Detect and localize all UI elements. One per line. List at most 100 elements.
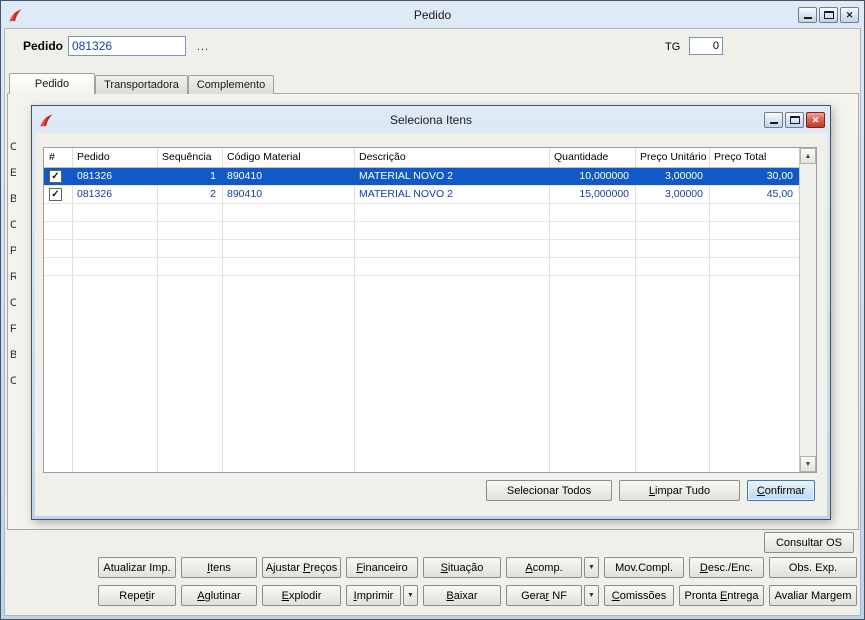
dialog-title: Seleciona Itens bbox=[389, 113, 473, 127]
cell-check: ✓ bbox=[44, 168, 72, 185]
clipped-label-fragment: F bbox=[10, 323, 16, 336]
dialog-controls: ✕ bbox=[764, 112, 825, 128]
tg-input[interactable] bbox=[689, 37, 723, 55]
close-icon: ✕ bbox=[845, 10, 854, 20]
action-imprimir-dropdown[interactable]: ▼ bbox=[403, 585, 418, 606]
cell-pedido: 081326 bbox=[77, 188, 113, 200]
tg-label: TG bbox=[665, 41, 681, 53]
items-grid: # Pedido Sequência Código Material Descr… bbox=[43, 147, 817, 473]
tab-complemento[interactable]: Complemento bbox=[188, 75, 274, 94]
main-titlebar[interactable]: Pedido ✕ bbox=[4, 4, 861, 28]
col-header-pedido[interactable]: Pedido bbox=[72, 148, 157, 167]
col-header-codigo-material[interactable]: Código Material bbox=[222, 148, 354, 167]
close-icon: ✕ bbox=[811, 115, 820, 125]
clipped-label-fragment: B bbox=[10, 193, 16, 206]
minimize-button[interactable] bbox=[798, 7, 817, 23]
cell-check: ✓ bbox=[44, 186, 72, 203]
chevron-down-icon: ▼ bbox=[588, 591, 595, 599]
window-title: Pedido bbox=[413, 8, 452, 22]
limpar-tudo-button[interactable]: Limpar Tudo bbox=[619, 480, 740, 501]
maximize-icon bbox=[824, 11, 834, 19]
action-financeiro[interactable]: Financeiro bbox=[346, 557, 418, 578]
tab-transportadora[interactable]: Transportadora bbox=[95, 75, 188, 94]
tab-pedido[interactable]: Pedido bbox=[9, 73, 95, 94]
minimize-icon bbox=[804, 17, 812, 19]
cell-sequencia: 2 bbox=[210, 188, 216, 200]
arrow-down-icon: ▼ bbox=[804, 460, 812, 468]
action-explodir[interactable]: Explodir bbox=[262, 585, 341, 606]
clipped-label-fragment: P bbox=[10, 245, 16, 258]
dialog-close-button[interactable]: ✕ bbox=[806, 112, 825, 128]
consultar-os-button[interactable]: Consultar OS bbox=[764, 532, 854, 553]
grid-header-row: # Pedido Sequência Código Material Descr… bbox=[44, 148, 799, 168]
action-gerar-nf[interactable]: Gerar NF bbox=[506, 585, 582, 606]
selecionar-todos-button[interactable]: Selecionar Todos bbox=[486, 480, 612, 501]
action-avaliar-margem[interactable]: Avaliar Margem bbox=[769, 585, 857, 606]
confirmar-button[interactable]: Confirmar bbox=[747, 480, 815, 501]
col-header-preco-unitario[interactable]: Preço Unitário bbox=[635, 148, 709, 167]
action-gerar-nf-dropdown[interactable]: ▼ bbox=[584, 585, 599, 606]
pedido-lookup-button[interactable]: ... bbox=[194, 40, 212, 54]
maximize-button[interactable] bbox=[819, 7, 838, 23]
dialog-titlebar[interactable]: Seleciona Itens ✕ bbox=[35, 109, 827, 133]
action-ajustar-precos[interactable]: Ajustar Preços bbox=[262, 557, 341, 578]
grid-empty-row bbox=[44, 204, 799, 222]
minimize-icon bbox=[770, 122, 778, 124]
action-acomp-dropdown[interactable]: ▼ bbox=[584, 557, 599, 578]
col-header-sequencia[interactable]: Sequência bbox=[157, 148, 222, 167]
cell-preco-unitario: 3,00000 bbox=[665, 170, 703, 182]
cell-pedido: 081326 bbox=[77, 170, 113, 182]
action-mov-compl[interactable]: Mov.Compl. bbox=[604, 557, 684, 578]
maximize-icon bbox=[790, 116, 800, 124]
action-imprimir[interactable]: Imprimir bbox=[346, 585, 401, 606]
col-header-quantidade[interactable]: Quantidade bbox=[549, 148, 635, 167]
action-situacao[interactable]: Situação bbox=[423, 557, 501, 578]
row-checkbox[interactable]: ✓ bbox=[49, 170, 62, 183]
action-pronta-entrega[interactable]: Pronta Entrega bbox=[679, 585, 764, 606]
cell-preco-unitario: 3,00000 bbox=[665, 188, 703, 200]
action-row-2: Repetir Aglutinar Explodir Imprimir ▼ Ba… bbox=[98, 585, 857, 606]
cell-descricao: MATERIAL NOVO 2 bbox=[359, 188, 453, 200]
close-button[interactable]: ✕ bbox=[840, 7, 859, 23]
cell-descricao: MATERIAL NOVO 2 bbox=[359, 170, 453, 182]
action-acomp[interactable]: Acomp. bbox=[506, 557, 582, 578]
action-row-1: Atualizar Imp. Itens Ajustar Preços Fina… bbox=[98, 557, 857, 578]
pedido-number-input[interactable] bbox=[68, 36, 186, 56]
clipped-label-fragment: B bbox=[10, 349, 16, 362]
action-desc-enc[interactable]: Desc./Enc. bbox=[689, 557, 764, 578]
col-header-descricao[interactable]: Descrição bbox=[354, 148, 549, 167]
chevron-down-icon: ▼ bbox=[588, 563, 595, 571]
arrow-up-icon: ▲ bbox=[804, 152, 812, 160]
action-obs-exp[interactable]: Obs. Exp. bbox=[769, 557, 857, 578]
action-acomp-group: Acomp. ▼ bbox=[506, 557, 599, 578]
scroll-up-button[interactable]: ▲ bbox=[800, 148, 816, 164]
clipped-label-fragment: R bbox=[10, 271, 16, 284]
row-checkbox[interactable]: ✓ bbox=[49, 188, 62, 201]
dialog-body: # Pedido Sequência Código Material Descr… bbox=[35, 133, 827, 516]
dialog-maximize-button[interactable] bbox=[785, 112, 804, 128]
grid-empty-row bbox=[44, 222, 799, 240]
col-header-preco-total[interactable]: Preço Total bbox=[709, 148, 799, 167]
dialog-minimize-button[interactable] bbox=[764, 112, 783, 128]
pedido-field-label: Pedido bbox=[23, 39, 64, 53]
cell-codigo-material: 890410 bbox=[227, 170, 263, 182]
cell-sequencia: 1 bbox=[210, 170, 216, 182]
clipped-label-fragment: C bbox=[10, 297, 16, 310]
action-itens[interactable]: Itens bbox=[181, 557, 257, 578]
action-aglutinar[interactable]: Aglutinar bbox=[181, 585, 257, 606]
action-baixar[interactable]: Baixar bbox=[423, 585, 501, 606]
clipped-label-fragment: C bbox=[10, 219, 16, 232]
scroll-down-button[interactable]: ▼ bbox=[800, 456, 816, 472]
action-comissoes[interactable]: Comissões bbox=[604, 585, 674, 606]
main-window: Pedido ✕ Pedido ... TG Pedido Transporta… bbox=[0, 0, 865, 620]
col-header-check[interactable]: # bbox=[44, 148, 72, 167]
action-atualizar-imp[interactable]: Atualizar Imp. bbox=[98, 557, 176, 578]
grid-row-selected[interactable]: ✓ 081326 1 890410 MATERIAL NOVO 2 10,000… bbox=[44, 168, 799, 186]
grid-content: # Pedido Sequência Código Material Descr… bbox=[44, 148, 799, 472]
clipped-label-fragment: E bbox=[10, 167, 16, 180]
action-repetir[interactable]: Repetir bbox=[98, 585, 176, 606]
cell-codigo-material: 890410 bbox=[227, 188, 263, 200]
grid-row[interactable]: ✓ 081326 2 890410 MATERIAL NOVO 2 15,000… bbox=[44, 186, 799, 204]
vertical-scrollbar[interactable]: ▲ ▼ bbox=[799, 148, 816, 472]
cell-quantidade: 10,000000 bbox=[579, 170, 629, 182]
